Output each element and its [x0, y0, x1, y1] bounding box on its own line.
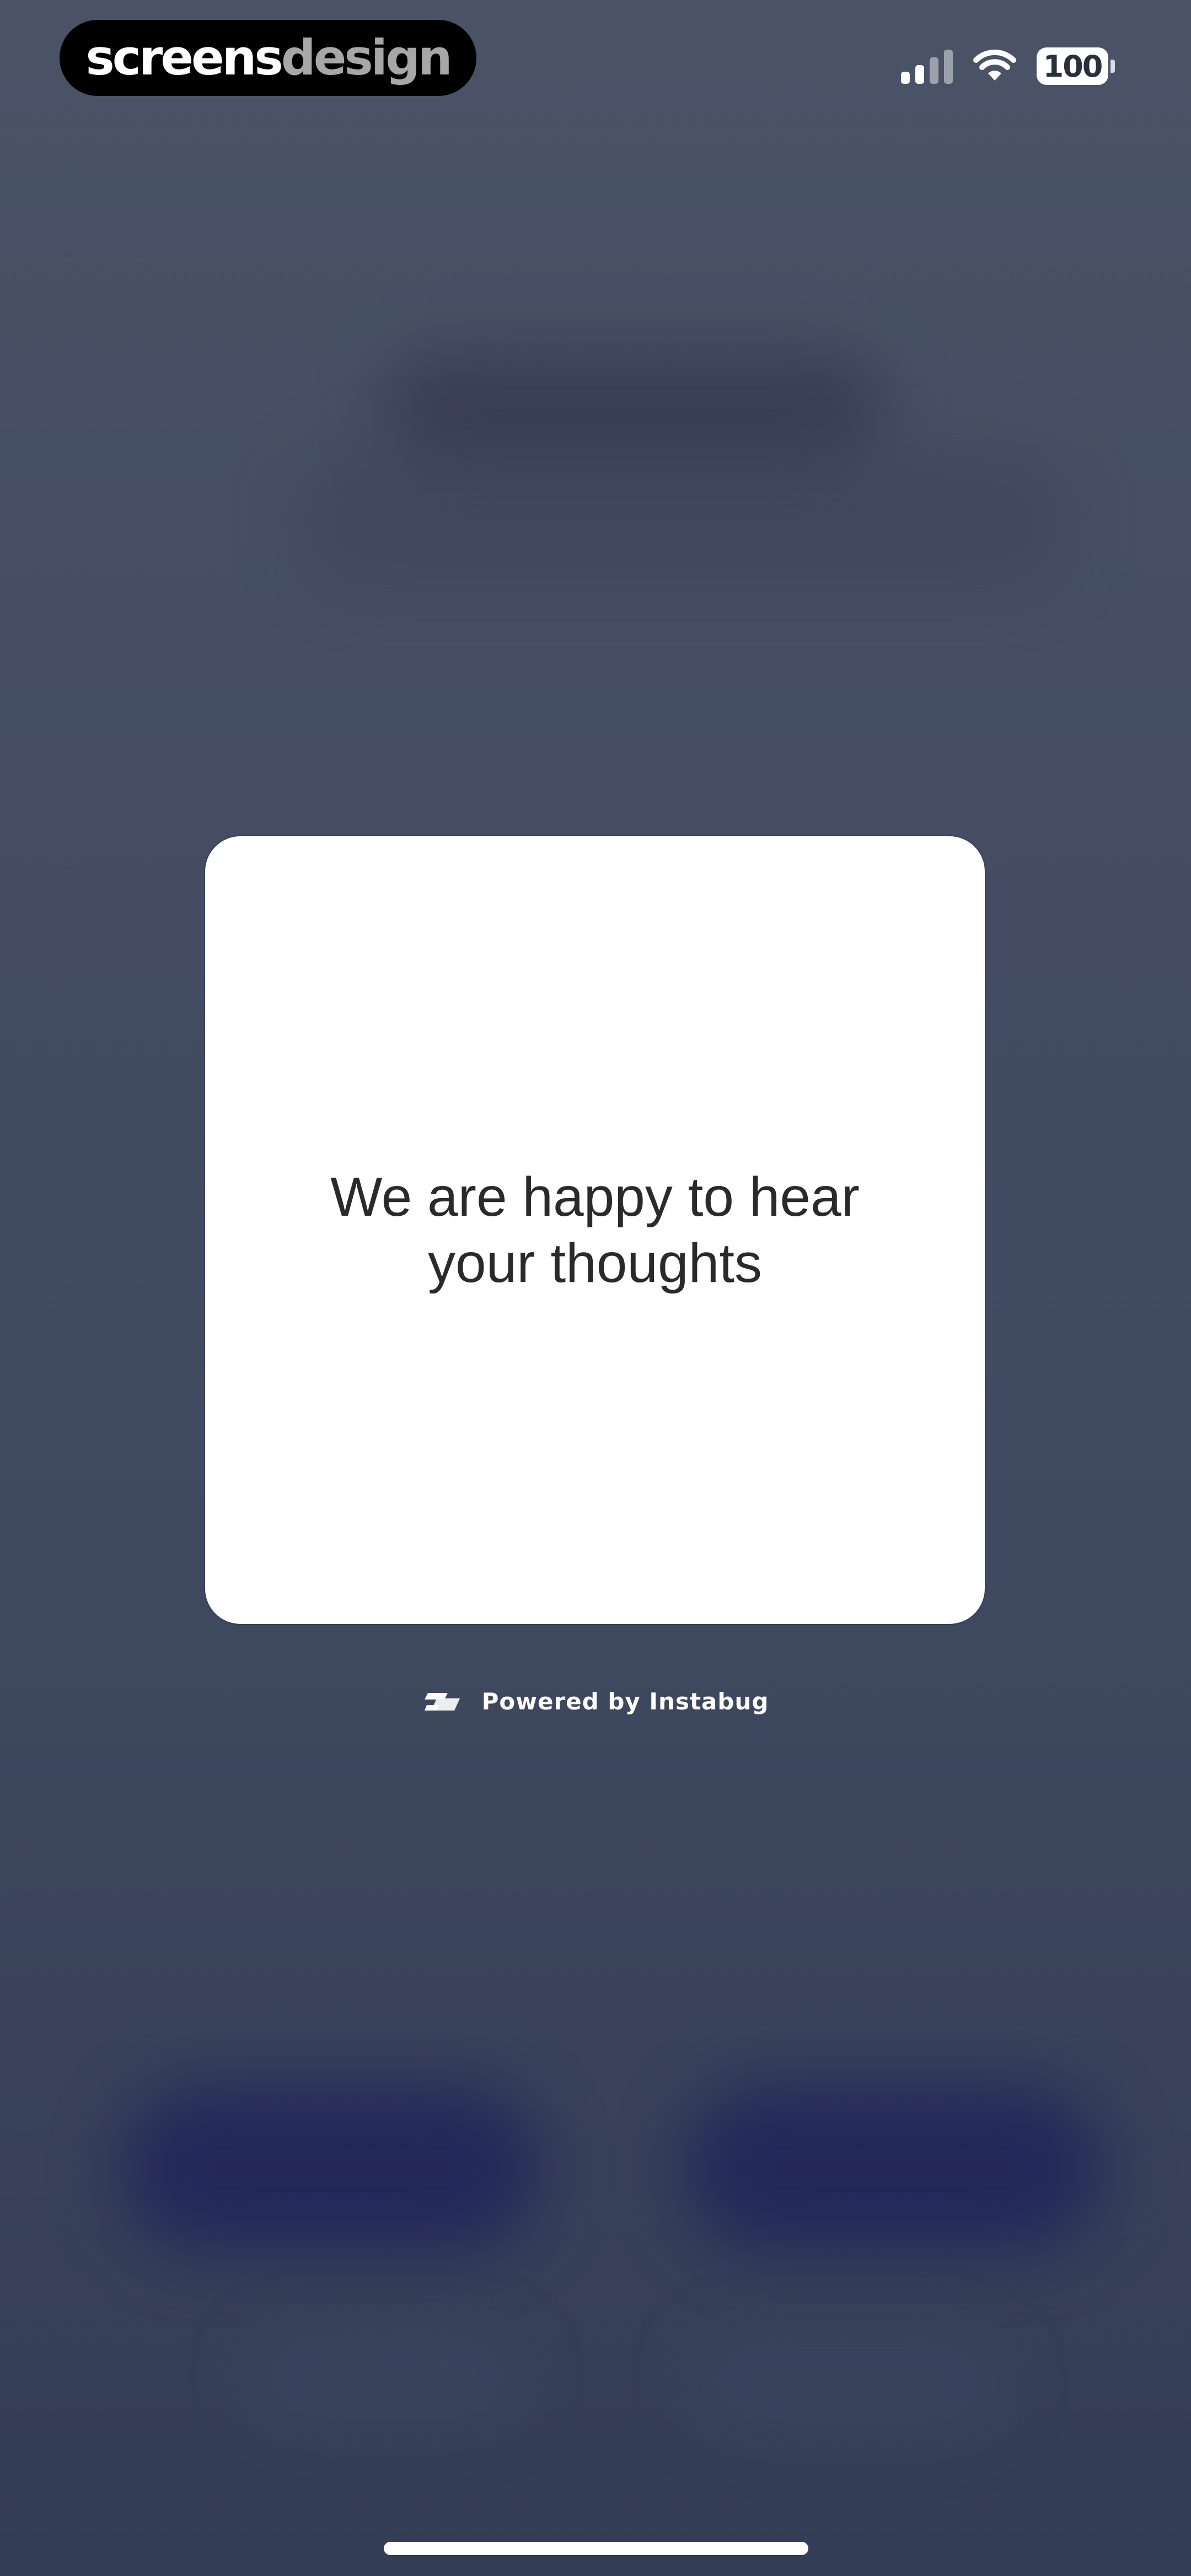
- screensdesign-logo: screens design: [60, 20, 476, 96]
- brand-text-secondary: design: [281, 29, 453, 86]
- powered-by-instabug[interactable]: Powered by Instabug: [0, 1688, 1191, 1715]
- blurred-header-shape: [386, 353, 882, 463]
- battery-icon: 100: [1037, 47, 1115, 85]
- blurred-footer-shape-right: [695, 2339, 1004, 2427]
- powered-by-text: Powered by Instabug: [481, 1688, 769, 1715]
- blurred-button-right: [684, 2085, 1103, 2251]
- home-indicator[interactable]: [384, 2542, 808, 2555]
- cellular-signal-icon: [901, 49, 953, 84]
- feedback-modal[interactable]: We are happy to hear your thoughts: [205, 836, 985, 1624]
- blurred-header-shape-secondary: [298, 452, 1070, 585]
- instabug-logo-icon: [424, 1692, 460, 1711]
- blurred-footer-shape-left: [254, 2339, 518, 2416]
- brand-text-primary: screens: [85, 29, 283, 86]
- blurred-button-left: [121, 2085, 540, 2251]
- wifi-icon: [973, 49, 1017, 84]
- status-bar-icons: 100: [901, 44, 1115, 88]
- battery-level: 100: [1037, 47, 1108, 85]
- feedback-message: We are happy to hear your thoughts: [330, 1166, 860, 1294]
